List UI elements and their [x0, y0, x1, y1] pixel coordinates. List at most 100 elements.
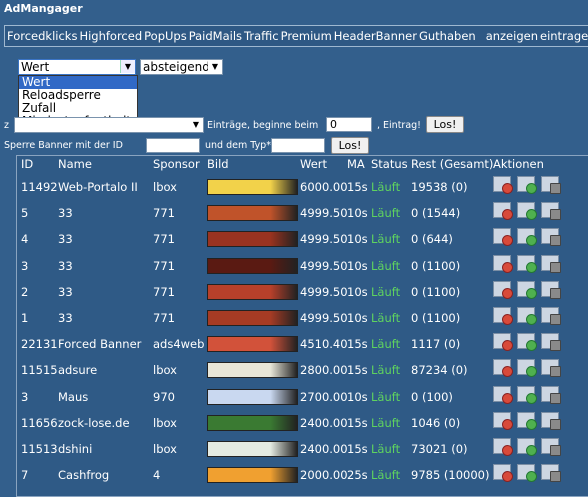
nav-item-headerbanner[interactable]: HeaderBanner — [332, 26, 417, 46]
banner-image[interactable] — [207, 283, 298, 300]
cell-ma: 15s — [347, 442, 368, 456]
sort-direction-select[interactable]: absteigend ▼ — [140, 59, 223, 75]
cell-wert: 4999.50 — [300, 284, 348, 299]
banner-image[interactable] — [207, 362, 298, 379]
block-banner-label: Sperre Banner mit der ID — [4, 140, 123, 151]
edit-icon[interactable] — [541, 228, 561, 247]
nav-item-guthaben[interactable]: Guthaben — [417, 26, 476, 46]
type-input[interactable] — [271, 138, 325, 153]
cell-status: Läuft — [371, 258, 401, 273]
add-icon[interactable] — [517, 228, 537, 247]
nav-item-popups[interactable]: PopUps — [142, 26, 187, 46]
cell-wert: 4999.50 — [300, 232, 348, 247]
delete-icon[interactable] — [493, 411, 513, 430]
delete-icon[interactable] — [493, 333, 513, 352]
table-row: 11492 Web-Portalo II lbox 6000.00 15s Läuft 19… — [17, 173, 588, 199]
entries-label: Einträge, beginne beim — [207, 120, 319, 131]
chevron-down-icon[interactable]: ▼ — [208, 60, 222, 73]
nav-item-forcedklicks[interactable]: Forcedklicks — [5, 26, 77, 46]
cell-status: Läuft — [371, 284, 401, 299]
banner-image[interactable] — [207, 310, 298, 326]
nav-item-premium[interactable]: Premium — [279, 26, 332, 46]
edit-icon[interactable] — [541, 307, 561, 325]
nav-item-traffic[interactable]: Traffic — [242, 26, 279, 46]
cell-wert: 2400.00 — [300, 415, 348, 430]
block-go-button[interactable]: Los! — [331, 137, 369, 154]
column-header-ma: MA — [347, 157, 365, 171]
delete-icon[interactable] — [493, 176, 513, 194]
banner-image[interactable] — [207, 388, 298, 405]
cell-wert: 2400.00 — [300, 442, 348, 456]
delete-icon[interactable] — [493, 307, 513, 325]
cell-wert: 2800.00 — [300, 363, 348, 378]
banner-image[interactable] — [207, 257, 298, 274]
cell-name: 33 — [58, 311, 73, 325]
nav-item-paidmails[interactable]: PaidMails — [187, 26, 242, 46]
cell-ma: 25s — [347, 468, 368, 483]
delete-icon[interactable] — [493, 438, 513, 456]
cell-status: Läuft — [371, 206, 401, 221]
cell-wert: 4510.40 — [300, 337, 348, 352]
cell-ma: 10s — [347, 389, 368, 404]
cell-rest: 1117 (0) — [411, 337, 461, 352]
edit-icon[interactable] — [541, 464, 561, 483]
filter-prefix: z — [4, 120, 9, 131]
banner-image[interactable] — [207, 441, 298, 457]
edit-icon[interactable] — [541, 359, 561, 378]
entries-count-select[interactable]: ▼ — [14, 117, 204, 133]
sort-direction-value: absteigend — [143, 60, 210, 74]
chevron-down-icon[interactable]: ▼ — [189, 118, 203, 131]
cell-ma: 10s — [347, 311, 368, 325]
add-icon[interactable] — [517, 254, 537, 273]
column-header-id: ID — [21, 157, 34, 171]
nav-item-highforced[interactable]: Highforced — [77, 26, 142, 46]
banner-image[interactable] — [207, 414, 298, 431]
cell-name: 33 — [58, 258, 73, 273]
cell-name: 33 — [58, 232, 73, 247]
block-id-input[interactable] — [146, 138, 200, 153]
table-row: 4 33 771 4999.50 10s Läuft 0 (644) — [17, 225, 588, 251]
add-icon[interactable] — [517, 359, 537, 378]
delete-icon[interactable] — [493, 228, 513, 247]
delete-icon[interactable] — [493, 202, 513, 221]
add-icon[interactable] — [517, 385, 537, 404]
cell-ma: 10s — [347, 206, 368, 221]
edit-icon[interactable] — [541, 333, 561, 352]
cell-wert: 4999.50 — [300, 311, 348, 325]
edit-icon[interactable] — [541, 202, 561, 221]
banner-image[interactable] — [207, 179, 298, 195]
add-icon[interactable] — [517, 202, 537, 221]
add-icon[interactable] — [517, 280, 537, 299]
banner-image[interactable] — [207, 205, 298, 222]
cell-ma: 10s — [347, 284, 368, 299]
edit-icon[interactable] — [541, 438, 561, 456]
delete-icon[interactable] — [493, 254, 513, 273]
table-row: 11515 adsure lbox 2800.00 15s Läuft 87234 (0) — [17, 356, 588, 382]
edit-icon[interactable] — [541, 385, 561, 404]
delete-icon[interactable] — [493, 385, 513, 404]
column-header-aktionen: Aktionen — [493, 157, 544, 171]
edit-icon[interactable] — [541, 280, 561, 299]
add-icon[interactable] — [517, 411, 537, 430]
add-icon[interactable] — [517, 438, 537, 456]
cell-rest: 1046 (0) — [411, 415, 461, 430]
edit-icon[interactable] — [541, 254, 561, 273]
add-icon[interactable] — [517, 307, 537, 325]
add-icon[interactable] — [517, 176, 537, 194]
add-icon[interactable] — [517, 464, 537, 483]
banner-image[interactable] — [207, 231, 298, 248]
edit-icon[interactable] — [541, 411, 561, 430]
start-entry-input[interactable]: 0 — [326, 117, 372, 132]
cell-status: Läuft — [371, 442, 401, 456]
edit-icon[interactable] — [541, 176, 561, 194]
nav-item-anzeigen[interactable]: anzeigen — [476, 26, 538, 46]
chevron-down-icon[interactable]: ▼ — [120, 60, 135, 73]
add-icon[interactable] — [517, 333, 537, 352]
delete-icon[interactable] — [493, 359, 513, 378]
banner-image[interactable] — [207, 336, 298, 353]
delete-icon[interactable] — [493, 464, 513, 483]
nav-item-eintrage[interactable]: eintrage — [538, 26, 588, 46]
go-button[interactable]: Los! — [426, 116, 464, 133]
delete-icon[interactable] — [493, 280, 513, 299]
sort-field-select[interactable]: Wert ▼ — [18, 59, 136, 75]
